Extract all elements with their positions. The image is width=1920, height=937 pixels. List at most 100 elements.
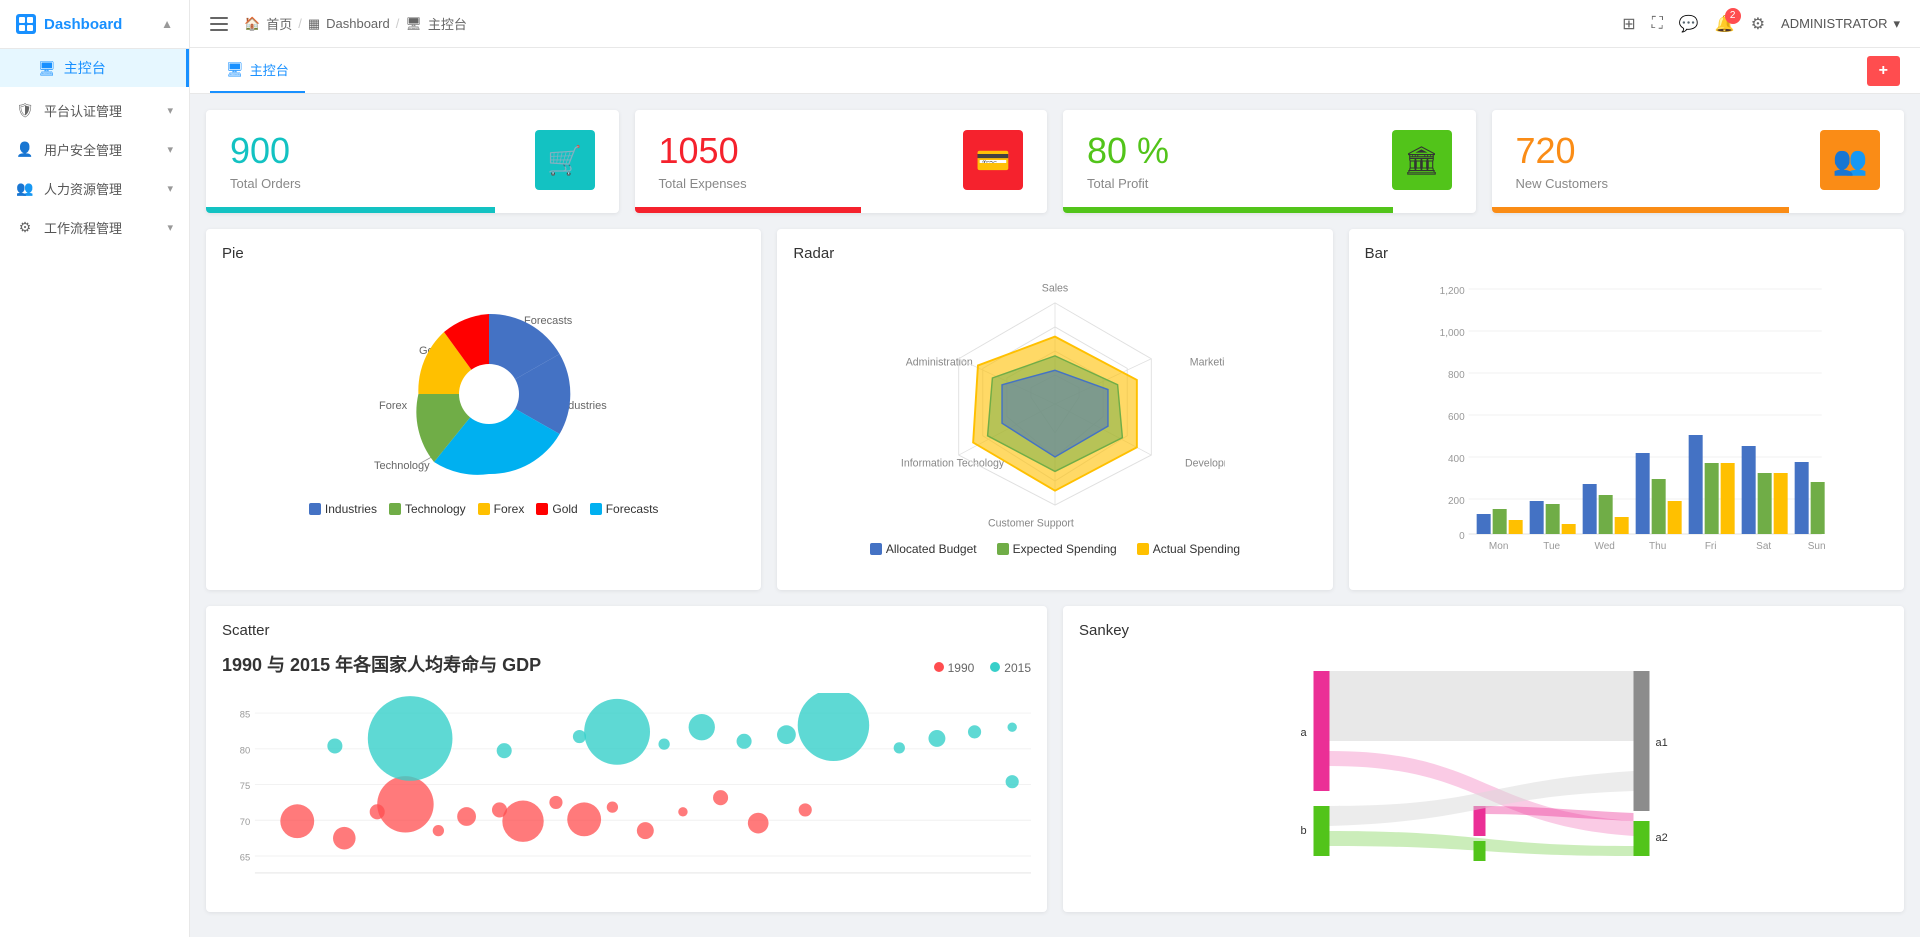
pie-legend: Industries Technology Forex: [309, 502, 658, 516]
settings-icon[interactable]: ⚙: [1751, 14, 1765, 34]
stats-row: 900 Total Orders 🛒 1050: [206, 110, 1904, 213]
legend-label-gold: Gold: [552, 502, 577, 516]
hamburger-button[interactable]: [210, 17, 228, 31]
sankey-chart-title: Sankey: [1079, 622, 1888, 639]
legend-label-expected: Expected Spending: [1013, 542, 1117, 556]
svg-text:400: 400: [1448, 454, 1465, 465]
wallet-icon: 💳: [963, 130, 1023, 190]
svg-text:1,000: 1,000: [1439, 328, 1464, 339]
svg-text:Thu: Thu: [1649, 541, 1666, 552]
tab-bar: 🖥 主控台 +: [190, 48, 1920, 94]
breadcrumb-current: 主控台: [428, 14, 467, 33]
grid-icon[interactable]: ⊞: [1622, 14, 1635, 34]
stat-label-expenses: Total Expenses: [659, 176, 747, 191]
sidebar-item-workflow[interactable]: ⚙ 工作流程管理 ▾: [0, 208, 189, 247]
sidebar-item-main-control[interactable]: 🖥 主控台: [0, 49, 189, 87]
svg-text:1,200: 1,200: [1439, 286, 1464, 297]
chevron-down-icon: ▾: [167, 104, 173, 117]
bar-chart-container: 1,200 1,000 800 600 400 200 0: [1365, 274, 1888, 574]
svg-text:Wed: Wed: [1594, 541, 1614, 552]
chat-icon[interactable]: 💬: [1679, 14, 1699, 34]
stat-card-orders: 900 Total Orders 🛒: [206, 110, 619, 213]
scatter-chart-title: Scatter: [222, 622, 1031, 639]
tab-label: 主控台: [250, 60, 289, 79]
bar-chart-title: Bar: [1365, 245, 1888, 262]
breadcrumb: 🏠 首页 / ▦ Dashboard / 🖥 主控台: [244, 14, 467, 33]
shield-icon: 🛡: [16, 102, 34, 120]
radar-legend: Allocated Budget Expected Spending Actua…: [870, 542, 1240, 556]
content-area: 900 Total Orders 🛒 1050: [190, 94, 1920, 928]
tab-monitor-icon: 🖥: [226, 61, 244, 78]
stat-progress-orders: [206, 207, 619, 213]
svg-text:80: 80: [240, 744, 250, 755]
tab-add-button[interactable]: +: [1867, 56, 1900, 86]
svg-text:800: 800: [1448, 370, 1465, 381]
team-icon: 👥: [16, 180, 34, 198]
stat-value-customers: 720: [1516, 130, 1608, 172]
stat-value-profit: 80 %: [1087, 130, 1169, 172]
legend-forecasts: Forecasts: [590, 502, 659, 516]
tab-main-control[interactable]: 🖥 主控台: [210, 48, 305, 93]
svg-text:Forecasts: Forecasts: [524, 315, 573, 327]
sidebar-label-platform: 平台认证管理: [44, 101, 157, 120]
stat-value-orders: 900: [230, 130, 301, 172]
top-nav: 🏠 首页 / ▦ Dashboard / 🖥 主控台 ⊞ ⛶ 💬 🔔 2 ⚙: [190, 0, 1920, 48]
legend-technology: Technology: [389, 502, 466, 516]
stat-progress-expenses: [635, 207, 1048, 213]
breadcrumb-grid-icon: ▦: [308, 16, 320, 32]
fullscreen-icon[interactable]: ⛶: [1652, 15, 1663, 33]
svg-text:a: a: [1300, 727, 1307, 739]
sidebar-submenu-label: 主控台: [64, 58, 106, 78]
users-icon: 👥: [1820, 130, 1880, 190]
username: ADMINISTRATOR: [1781, 16, 1887, 31]
notification-icon[interactable]: 🔔 2: [1715, 14, 1735, 34]
svg-text:600: 600: [1448, 412, 1465, 423]
sankey-chart-card: Sankey a b a1: [1063, 606, 1904, 912]
svg-text:85: 85: [240, 709, 250, 720]
svg-text:Mon: Mon: [1489, 541, 1508, 552]
breadcrumb-sep-1: /: [298, 16, 302, 31]
scatter-svg: 85 80 75 70 65: [222, 693, 1031, 893]
chevron-down-icon-4: ▾: [167, 221, 173, 234]
radar-chart-card: Radar Sales Marketing Development Custom…: [777, 229, 1332, 590]
page-area: 🖥 主控台 + 900 Total Orders: [190, 48, 1920, 937]
breadcrumb-home[interactable]: 首页: [266, 14, 292, 33]
notification-badge: 2: [1725, 8, 1741, 24]
main-content: 🏠 首页 / ▦ Dashboard / 🖥 主控台 ⊞ ⛶ 💬 🔔 2 ⚙: [190, 0, 1920, 937]
svg-text:b: b: [1300, 825, 1306, 837]
user-info[interactable]: ADMINISTRATOR ▾: [1781, 16, 1900, 32]
svg-text:a2: a2: [1656, 832, 1668, 844]
svg-text:75: 75: [240, 780, 250, 791]
pie-chart-card: Pie Forecasts Gold Forex Technology: [206, 229, 761, 590]
svg-text:Fri: Fri: [1704, 541, 1716, 552]
scatter-subtitle: 1990 与 2015 年各国家人均寿命与 GDP: [222, 651, 541, 677]
svg-text:Sales: Sales: [1042, 282, 1068, 294]
legend-gold: Gold: [536, 502, 577, 516]
sidebar-item-user-security[interactable]: 👤 用户安全管理 ▾: [0, 130, 189, 169]
pie-container: Forecasts Gold Forex Technology Industri…: [222, 274, 745, 516]
svg-text:70: 70: [240, 816, 250, 827]
stat-value-expenses: 1050: [659, 130, 747, 172]
stat-card-customers: 720 New Customers 👥: [1492, 110, 1905, 213]
legend-allocated: Allocated Budget: [870, 542, 977, 556]
sidebar-item-hr[interactable]: 👥 人力资源管理 ▾: [0, 169, 189, 208]
radar-chart-title: Radar: [793, 245, 1316, 262]
sidebar-label-workflow: 工作流程管理: [44, 218, 157, 237]
home-icon: 🏠: [244, 16, 260, 32]
stat-label-profit: Total Profit: [1087, 176, 1169, 191]
sidebar-item-platform-auth[interactable]: 🛡 平台认证管理 ▾: [0, 91, 189, 130]
bottom-row: Scatter 1990 与 2015 年各国家人均寿命与 GDP 1990 2…: [206, 606, 1904, 912]
svg-text:Sat: Sat: [1756, 541, 1771, 552]
svg-text:Marketing: Marketing: [1190, 356, 1225, 368]
monitor-icon: 🖥: [38, 60, 56, 77]
bar-chart-card: Bar 1,200 1,000 800 600 400 200 0: [1349, 229, 1904, 590]
legend-forex: Forex: [478, 502, 525, 516]
svg-text:Information Techology: Information Techology: [901, 458, 1005, 470]
sidebar-logo[interactable]: Dashboard ▲: [0, 0, 189, 49]
svg-text:Administration: Administration: [906, 356, 973, 368]
svg-text:a1: a1: [1656, 737, 1668, 749]
breadcrumb-dashboard[interactable]: Dashboard: [326, 16, 390, 31]
stat-progress-customers: [1492, 207, 1905, 213]
svg-text:Tue: Tue: [1543, 541, 1560, 552]
sidebar-section: 🛡 平台认证管理 ▾ 👤 用户安全管理 ▾ 👥 人力资源管理 ▾ ⚙ 工作流程管…: [0, 87, 189, 251]
